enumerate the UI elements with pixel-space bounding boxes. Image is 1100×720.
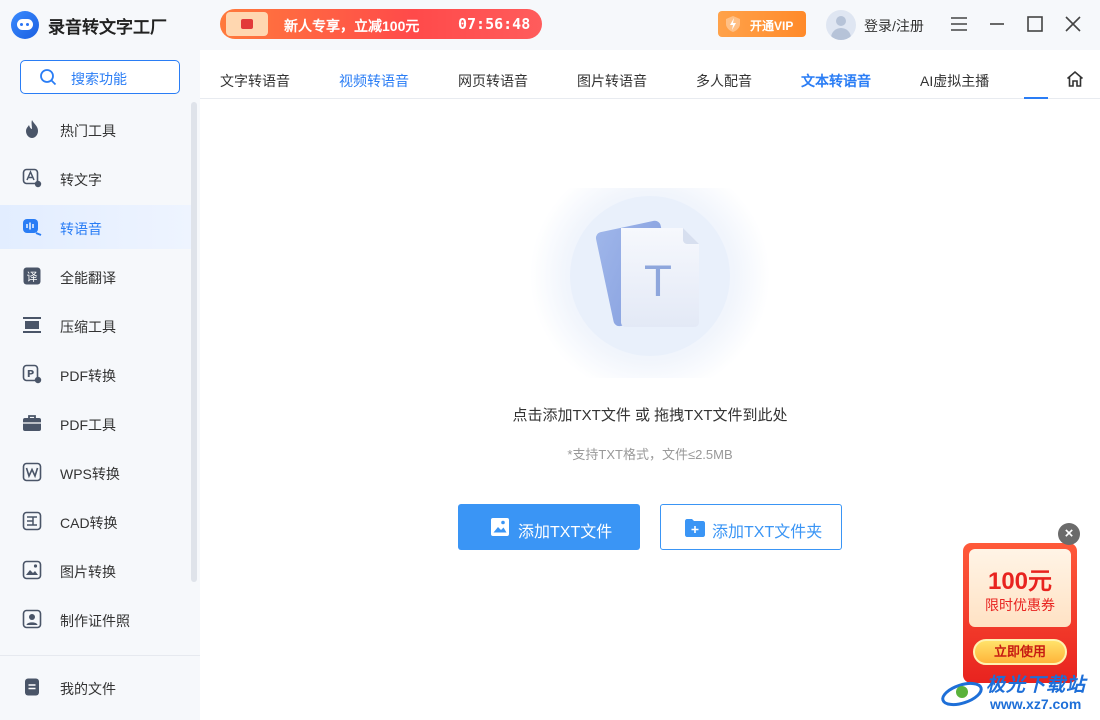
add-txt-file-button[interactable]: 添加TXT文件	[458, 504, 640, 550]
search-icon	[40, 69, 57, 86]
sidebar-item-label: PDF转换	[60, 368, 116, 384]
promo-banner[interactable]: 新人专享，立减100元 07:56:48	[220, 9, 542, 39]
sidebar-item-label: 压缩工具	[60, 319, 116, 335]
sidebar-item-label: 全能翻译	[60, 270, 116, 286]
red-envelope-icon	[226, 12, 268, 36]
text-convert-icon	[22, 168, 42, 188]
minimize-icon[interactable]	[985, 12, 1009, 36]
file-icon	[25, 678, 39, 696]
vip-label: 开通VIP	[750, 19, 794, 33]
site-watermark: 极光下载站 www.xz7.com	[940, 668, 1100, 720]
login-register-link[interactable]: 登录/注册	[864, 16, 924, 36]
sidebar-item-label: 热门工具	[60, 123, 116, 139]
sidebar-item-cad-convert[interactable]: CAD转换	[0, 499, 192, 543]
sidebar-item-id-photo[interactable]: 制作证件照	[0, 597, 192, 641]
folder-plus-icon	[685, 519, 705, 537]
sidebar-item-label: 转语音	[60, 221, 102, 237]
wps-icon	[22, 462, 42, 482]
app-logo-icon	[11, 11, 39, 39]
sidebar-item-translate[interactable]: 译 全能翻译	[0, 254, 192, 298]
sidebar-item-label: 制作证件照	[60, 613, 130, 629]
watermark-title: 极光下载站	[986, 675, 1087, 696]
aurora-logo-icon	[941, 681, 983, 707]
svg-text:P: P	[27, 369, 34, 380]
sidebar-item-hot-tools[interactable]: 热门工具	[0, 107, 192, 151]
tab-plaintext-to-speech[interactable]: 文本转语音	[801, 71, 871, 91]
title-bar: 录音转文字工厂 新人专享，立减100元 07:56:48 开通VIP 登录/注册	[0, 0, 1100, 50]
cad-icon	[22, 511, 42, 531]
tab-ai-virtual-anchor[interactable]: AI虚拟主播	[920, 71, 989, 91]
sidebar-item-my-files[interactable]: 我的文件	[0, 665, 192, 709]
sidebar-scrollbar[interactable]	[191, 102, 197, 582]
sidebar-item-to-text[interactable]: 转文字	[0, 156, 192, 200]
sidebar-item-pdf-convert[interactable]: P PDF转换	[0, 352, 192, 396]
drop-instruction: 点击添加TXT文件 或 拖拽TXT文件到此处	[512, 407, 788, 424]
maximize-icon[interactable]	[1023, 12, 1047, 36]
compress-icon	[23, 317, 41, 333]
coupon-amount: 100元	[987, 568, 1053, 595]
tab-multi-dubbing[interactable]: 多人配音	[696, 71, 752, 91]
coupon-close-button[interactable]: ×	[1058, 523, 1080, 545]
sidebar-item-label: CAD转换	[60, 515, 118, 531]
sidebar-item-wps-convert[interactable]: WPS转换	[0, 450, 192, 494]
format-hint: *支持TXT格式，文件≤2.5MB	[567, 447, 733, 462]
tab-image-to-speech[interactable]: 图片转语音	[577, 71, 647, 91]
translate-icon: 译	[23, 267, 41, 285]
home-icon[interactable]	[1065, 69, 1085, 89]
toolbox-icon	[23, 415, 41, 431]
sidebar-item-pdf-tools[interactable]: PDF工具	[0, 401, 192, 445]
tab-bar: 文字转语音 视频转语音 网页转语音 图片转语音 多人配音 文本转语音 AI虚拟主…	[200, 50, 1100, 99]
sidebar-item-compress[interactable]: 压缩工具	[0, 303, 192, 347]
sidebar-item-to-speech[interactable]: 转语音	[0, 205, 192, 249]
lightning-shield-icon	[726, 16, 740, 32]
txt-file-illustration-icon[interactable]: T	[525, 188, 775, 378]
add-txt-file-label: 添加TXT文件	[518, 524, 613, 541]
close-icon[interactable]	[1061, 12, 1085, 36]
avatar[interactable]	[826, 10, 856, 40]
svg-text:译: 译	[27, 271, 38, 284]
menu-icon[interactable]	[947, 12, 971, 36]
coupon-popup[interactable]: 100元 限时优惠券 立即使用	[963, 543, 1077, 683]
sidebar-divider	[0, 655, 200, 656]
flame-icon	[26, 120, 38, 138]
id-photo-icon	[22, 609, 42, 629]
vip-button[interactable]: 开通VIP	[718, 11, 806, 37]
app-title: 录音转文字工厂	[48, 18, 167, 37]
sidebar-item-label: 我的文件	[60, 681, 116, 697]
coupon-card: 100元 限时优惠券	[969, 549, 1071, 627]
sidebar-item-label: 图片转换	[60, 564, 116, 580]
sidebar-item-label: WPS转换	[60, 466, 120, 482]
image-convert-icon	[22, 560, 42, 580]
add-txt-folder-label: 添加TXT文件夹	[712, 524, 823, 541]
pdf-convert-icon: P	[22, 364, 42, 384]
search-label: 搜索功能	[71, 71, 127, 87]
promo-countdown: 07:56:48	[458, 15, 531, 33]
watermark-url: www.xz7.com	[990, 696, 1082, 712]
promo-text: 新人专享，立减100元	[284, 18, 420, 34]
add-txt-folder-button[interactable]: 添加TXT文件夹	[660, 504, 842, 550]
sidebar-item-label: 转文字	[60, 172, 102, 188]
illustration-letter: T	[644, 257, 671, 306]
tab-text-to-speech[interactable]: 文字转语音	[220, 71, 290, 91]
active-tab-indicator	[1024, 97, 1048, 99]
voice-icon	[23, 219, 42, 236]
sidebar-item-label: PDF工具	[60, 417, 116, 433]
search-button[interactable]: 搜索功能	[20, 60, 180, 94]
sidebar: 搜索功能 热门工具 转文字 转语音 译 全能翻译 压缩工具 P PDF转换 PD…	[0, 50, 200, 720]
use-coupon-button[interactable]: 立即使用	[973, 639, 1067, 665]
tab-video-to-speech[interactable]: 视频转语音	[339, 71, 409, 91]
sidebar-item-image-convert[interactable]: 图片转换	[0, 548, 192, 592]
coupon-description: 限时优惠券	[985, 597, 1055, 613]
image-icon	[491, 518, 509, 536]
tab-webpage-to-speech[interactable]: 网页转语音	[458, 71, 528, 91]
